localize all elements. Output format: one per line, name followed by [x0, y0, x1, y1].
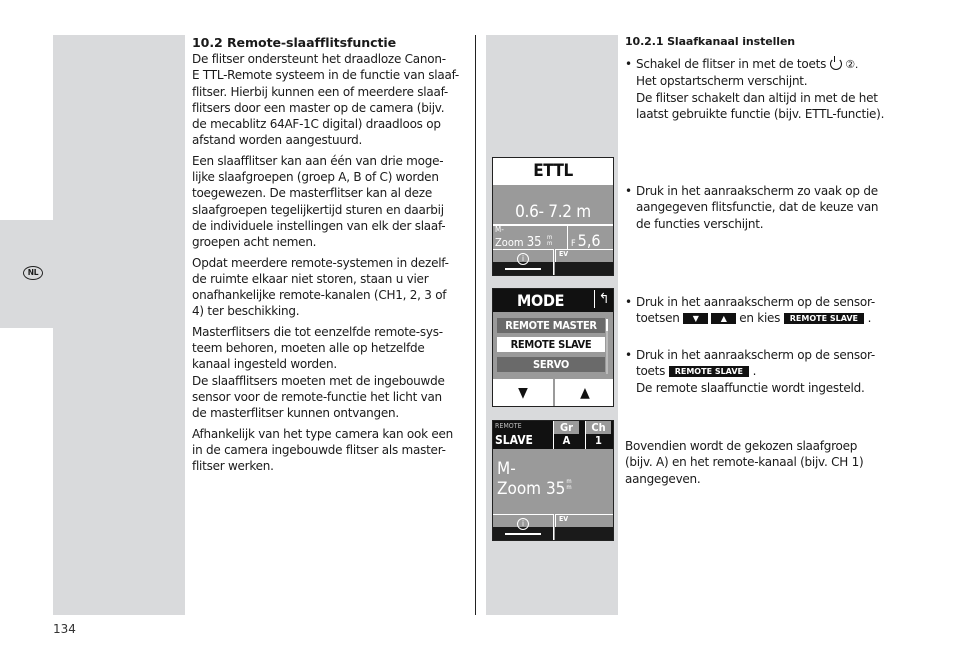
- zoom-mode: M-: [497, 459, 516, 479]
- paragraph: Afhankelijk van het type camera kan ook …: [192, 426, 453, 474]
- screen-divider: [567, 226, 568, 249]
- left-paragraphs: De flitser ondersteunt het draadloze Can…: [192, 51, 470, 474]
- right-column: 10.2.1 Slaafkanaal instellen: [625, 35, 915, 51]
- page-number: 134: [53, 622, 76, 636]
- mode-screen: MODE ↰ REMOTE MASTER REMOTE SLAVE SERVO ▼…: [492, 288, 614, 407]
- mode-title: MODE ↰: [493, 289, 613, 312]
- language-badge: NL: [23, 266, 43, 280]
- left-margin-bar: [53, 35, 185, 615]
- info-icon: i: [517, 518, 529, 530]
- zoom-unit: m m: [547, 234, 553, 247]
- paragraph: De flitser ondersteunt het draadloze Can…: [192, 52, 459, 148]
- info-button[interactable]: i: [493, 514, 554, 540]
- paragraph: Opdat meerdere remote-systemen in dezelf…: [192, 255, 449, 319]
- menu-item-remote-slave[interactable]: REMOTE SLAVE: [497, 337, 605, 352]
- bullet-icon: •: [625, 57, 632, 71]
- step-3: • Druk in het aanraakscherm op de sensor…: [625, 295, 875, 326]
- zoom-mode: M-: [495, 225, 504, 234]
- ev-button[interactable]: EV: [555, 514, 613, 540]
- ev-label: EV: [559, 515, 569, 523]
- down-arrow-key-icon: ▼: [683, 313, 709, 325]
- left-column: 10.2 Remote-slaafflitsfunctie De flitser…: [192, 35, 470, 478]
- section-heading: 10.2 Remote-slaafflitsfunctie: [192, 35, 397, 50]
- flash-range: 0.6- 7.2 m: [515, 202, 591, 222]
- bullet-icon: •: [625, 348, 632, 362]
- slave-label[interactable]: SLAVE: [495, 433, 533, 447]
- step-2: • Druk in het aanraakscherm zo vaak op d…: [625, 184, 879, 231]
- zoom-value: Zoom 35m m: [497, 478, 572, 500]
- up-arrow-key-icon: ▲: [711, 313, 737, 325]
- paragraph: Een slaafflitser kan aan één van drie mo…: [192, 153, 446, 250]
- bullet-icon: •: [625, 184, 632, 198]
- up-button[interactable]: ▲: [555, 379, 613, 406]
- ettl-screen: ETTL 0.6- 7.2 m M- Zoom 35 m m F 5,6 i EV: [492, 157, 614, 276]
- back-icon[interactable]: ↰: [593, 290, 609, 308]
- info-icon: i: [517, 253, 529, 265]
- ettl-mode-title[interactable]: ETTL: [493, 158, 613, 185]
- paragraph: Masterflitsers die tot eenzelfde remote-…: [192, 324, 445, 421]
- subsection-heading: 10.2.1 Slaafkanaal instellen: [625, 35, 796, 48]
- step-1: • Schakel de flitser in met de toets ②. …: [625, 56, 885, 121]
- slave-screen: REMOTE SLAVE Gr A Ch 1 M- Zoom 35m m i E…: [492, 420, 614, 541]
- step-4: • Druk in het aanraakscherm op de sensor…: [625, 348, 875, 395]
- menu-item-servo[interactable]: SERVO: [497, 357, 605, 372]
- zoom-value: Zoom 35: [495, 235, 542, 250]
- remote-slave-key: REMOTE SLAVE: [783, 313, 865, 325]
- aperture-value: F 5,6: [571, 231, 601, 250]
- step-ref: ②.: [845, 58, 859, 71]
- down-button[interactable]: ▼: [493, 379, 553, 406]
- channel-button[interactable]: Ch 1: [585, 421, 611, 449]
- power-icon: [829, 56, 842, 70]
- group-button[interactable]: Gr A: [553, 421, 579, 449]
- remote-label: REMOTE: [495, 422, 522, 430]
- menu-item-remote-master[interactable]: REMOTE MASTER: [497, 318, 605, 333]
- info-button[interactable]: i: [493, 249, 554, 275]
- screen-divider: [493, 224, 613, 226]
- ev-label: EV: [559, 250, 569, 258]
- ev-button[interactable]: EV: [555, 249, 613, 275]
- remote-slave-key: REMOTE SLAVE: [668, 366, 749, 378]
- closing-text: Bovendien wordt de gekozen slaafgroep (b…: [625, 439, 864, 486]
- bullet-icon: •: [625, 295, 632, 309]
- menu-scrollbar[interactable]: [606, 319, 608, 374]
- column-divider: [475, 35, 477, 615]
